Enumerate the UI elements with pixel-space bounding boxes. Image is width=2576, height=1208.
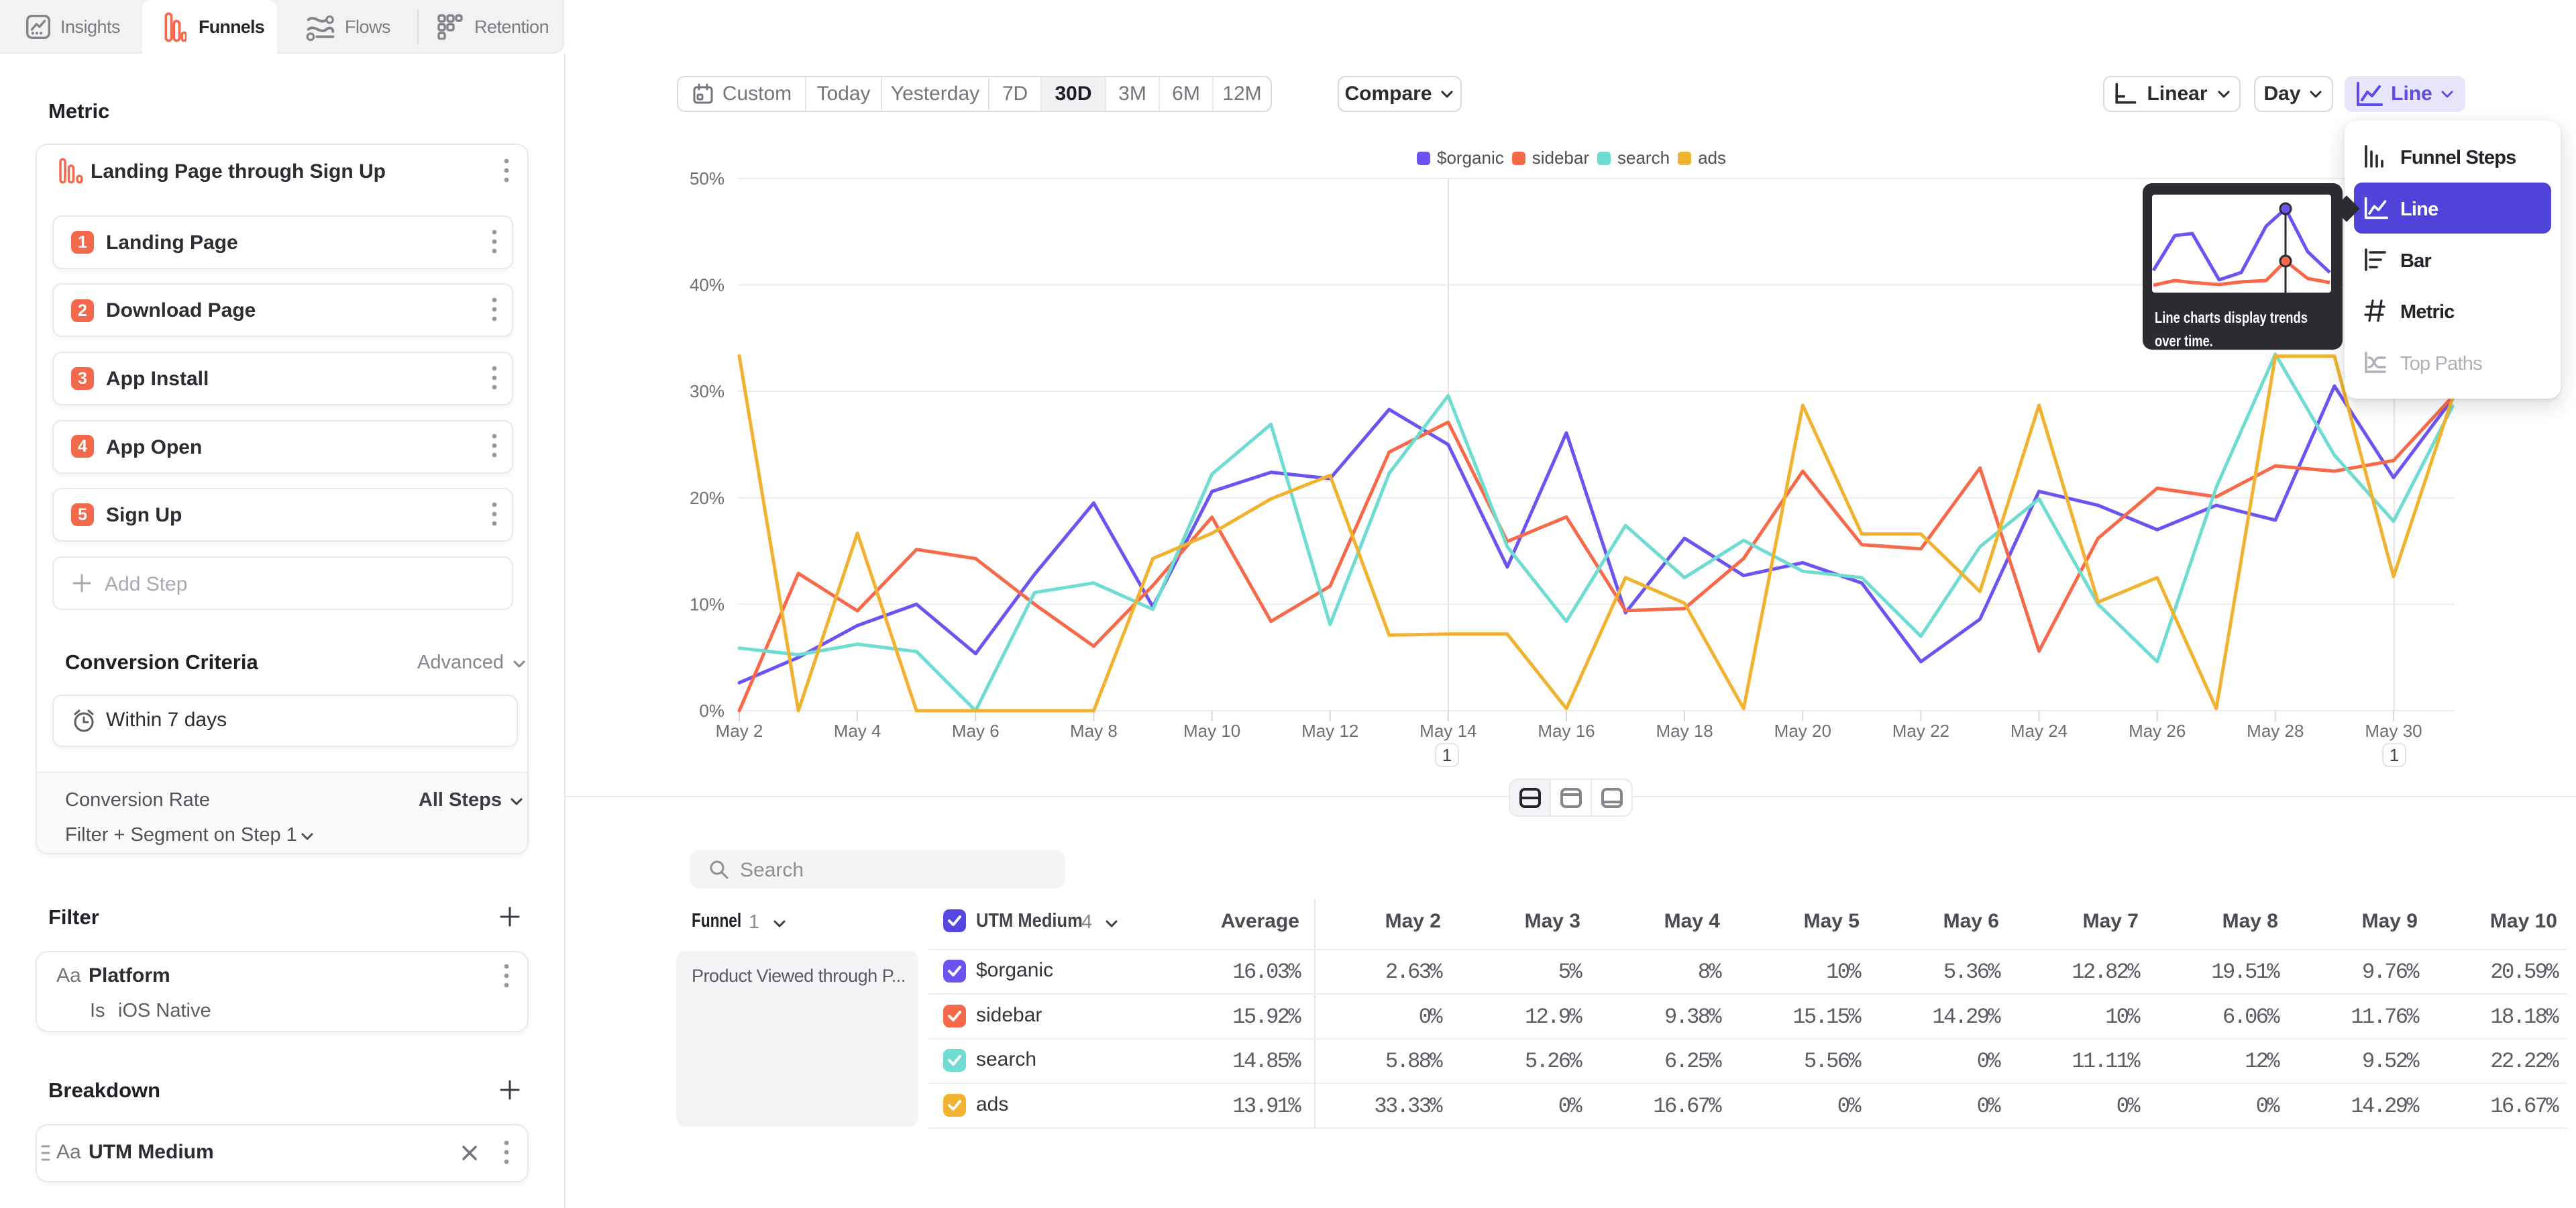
svg-text:May 14: May 14 <box>1419 721 1477 741</box>
svg-text:May 26: May 26 <box>2129 721 2186 741</box>
svg-text:May 4: May 4 <box>834 721 881 741</box>
svg-text:40%: 40% <box>690 275 724 295</box>
svg-text:May 16: May 16 <box>1538 721 1595 741</box>
svg-text:May 20: May 20 <box>1774 721 1831 741</box>
svg-text:May 22: May 22 <box>1892 721 1949 741</box>
svg-text:May 12: May 12 <box>1301 721 1358 741</box>
svg-text:0%: 0% <box>699 701 724 721</box>
svg-text:May 2: May 2 <box>716 721 763 741</box>
svg-text:May 30: May 30 <box>2365 721 2422 741</box>
svg-text:May 18: May 18 <box>1656 721 1713 741</box>
svg-text:10%: 10% <box>690 594 724 614</box>
svg-text:30%: 30% <box>690 381 724 401</box>
svg-text:May 28: May 28 <box>2247 721 2304 741</box>
svg-text:20%: 20% <box>690 488 724 508</box>
svg-text:May 6: May 6 <box>952 721 1000 741</box>
svg-text:May 8: May 8 <box>1070 721 1118 741</box>
svg-text:May 10: May 10 <box>1183 721 1240 741</box>
svg-text:May 24: May 24 <box>2010 721 2068 741</box>
svg-text:50%: 50% <box>690 168 724 189</box>
